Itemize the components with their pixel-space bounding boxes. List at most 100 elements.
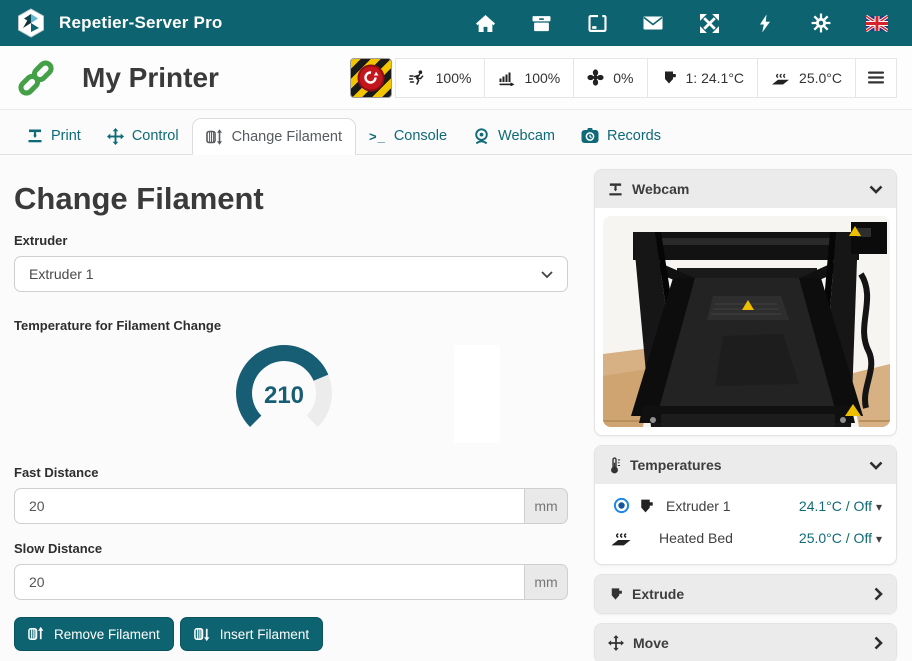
extruder-select[interactable]: Extruder 1 [14, 256, 568, 292]
move-cross-icon [107, 128, 124, 145]
navbar-icon-group [474, 12, 888, 34]
app-logo-icon[interactable] [16, 8, 46, 38]
hamburger-icon [868, 71, 884, 84]
chevron-right-icon [874, 636, 883, 650]
records-icon [581, 128, 599, 144]
brand-title: Repetier-Server Pro [59, 13, 222, 33]
change-filament-panel: Change Filament Extruder Extruder 1 Temp… [14, 155, 568, 661]
fast-distance-unit: mm [524, 488, 568, 524]
remove-filament-button[interactable]: Remove Filament [14, 617, 174, 651]
temp-row-name: Extruder 1 [666, 498, 731, 514]
emergency-stop-icon [357, 64, 384, 91]
extrude-panel-header[interactable]: Extrude [595, 575, 896, 613]
chevron-down-icon [541, 271, 553, 278]
tab-change-filament[interactable]: Change Filament [192, 118, 356, 155]
language-flag-icon[interactable] [866, 12, 888, 34]
webcam-body [595, 208, 896, 435]
printer-tabs: Print Control Change Filament >_ Console… [0, 110, 912, 155]
move-panel: Move [594, 623, 897, 661]
emergency-stop-button[interactable] [350, 58, 392, 98]
power-bolt-icon[interactable] [754, 12, 776, 34]
tab-control[interactable]: Control [94, 118, 192, 154]
console-icon: >_ [369, 129, 386, 144]
caret-down-icon: ▾ [876, 532, 882, 546]
flow-bars-icon [498, 70, 515, 86]
filament-down-icon [194, 626, 211, 642]
extruder-nozzle-icon [633, 498, 657, 514]
fan-icon [587, 69, 604, 86]
printer-status-toolbar: 100% 100% 0% 1: 24.1°C 25.0°C [350, 58, 897, 98]
extruder-nozzle-icon [661, 70, 677, 85]
extruder-select-value: Extruder 1 [29, 266, 94, 282]
temperature-label: Temperature for Filament Change [14, 318, 568, 333]
move-panel-header[interactable]: Move [595, 624, 896, 661]
insert-filament-button[interactable]: Insert Filament [180, 617, 323, 651]
slow-distance-unit: mm [524, 564, 568, 600]
webcam-image [603, 216, 890, 427]
bed-temp-dropdown[interactable]: 25.0°C / Off▾ [799, 530, 882, 546]
right-sidebar: Webcam [594, 155, 897, 661]
printer-title: My Printer [82, 62, 219, 94]
messages-icon[interactable] [642, 12, 664, 34]
chevron-down-icon [869, 461, 883, 470]
extruder-temp-dropdown[interactable]: 24.1°C / Off▾ [799, 498, 882, 514]
page-title: Change Filament [14, 181, 568, 217]
thermometer-icon [608, 457, 621, 474]
extruder-temp-status[interactable]: 1: 24.1°C [647, 59, 758, 97]
chevron-down-icon [869, 185, 883, 194]
temp-row-name: Heated Bed [659, 530, 733, 546]
temperatures-body: Extruder 1 24.1°C / Off▾ Heated Bed 25.0… [595, 484, 896, 564]
fast-distance-group: mm [14, 488, 568, 524]
top-navbar: Repetier-Server Pro [0, 0, 912, 46]
fast-distance-label: Fast Distance [14, 465, 568, 480]
connection-link-icon [14, 56, 58, 100]
printer-icon [608, 182, 623, 197]
webcam-icon [473, 127, 490, 145]
fullscreen-icon[interactable] [698, 12, 720, 34]
gauge-slider-area[interactable] [454, 345, 500, 443]
move-cross-icon [608, 635, 624, 651]
print-icon [27, 128, 43, 144]
temp-row-bed: Heated Bed 25.0°C / Off▾ [609, 529, 882, 547]
heated-bed-icon [609, 529, 633, 547]
extruder-nozzle-icon [608, 587, 623, 601]
settings-gear-icon[interactable] [810, 12, 832, 34]
extrude-panel: Extrude [594, 574, 897, 614]
slow-distance-group: mm [14, 564, 568, 600]
archive-box-icon[interactable] [530, 12, 552, 34]
temperatures-panel: Temperatures Extruder 1 24.1°C [594, 445, 897, 565]
caret-down-icon: ▾ [876, 500, 882, 514]
webcam-panel: Webcam [594, 169, 897, 436]
slow-distance-label: Slow Distance [14, 541, 568, 556]
temperatures-panel-header[interactable]: Temperatures [595, 446, 896, 484]
filament-change-icon [206, 129, 224, 145]
repetier-server-app: Repetier-Server Pro [0, 0, 912, 661]
printer-header: My Printer 100% 100% 0% [0, 46, 912, 110]
slow-distance-input[interactable] [14, 564, 524, 600]
chevron-right-icon [874, 587, 883, 601]
home-icon[interactable] [474, 12, 496, 34]
fast-distance-input[interactable] [14, 488, 524, 524]
status-group: 100% 100% 0% 1: 24.1°C 25.0°C [395, 58, 897, 98]
tab-print[interactable]: Print [14, 118, 94, 154]
tab-console[interactable]: >_ Console [356, 118, 460, 154]
webcam-panel-header[interactable]: Webcam [595, 170, 896, 208]
temperature-gauge[interactable]: 210 [226, 341, 342, 445]
temperature-gauge-row: 210 [14, 341, 568, 451]
filament-actions: Remove Filament Insert Filament [14, 617, 568, 651]
speed-runner-icon [409, 70, 427, 86]
radio-selected-icon[interactable] [609, 497, 633, 514]
tab-records[interactable]: Records [568, 118, 674, 154]
content-area: Change Filament Extruder Extruder 1 Temp… [0, 155, 912, 661]
bed-temp-status[interactable]: 25.0°C [757, 59, 855, 97]
printer-menu-button[interactable] [855, 59, 896, 97]
temp-row-extruder: Extruder 1 24.1°C / Off▾ [609, 497, 882, 514]
speed-multiplier-status[interactable]: 100% [396, 59, 485, 97]
gauge-value: 210 [264, 382, 304, 409]
heated-bed-icon [771, 70, 790, 86]
tab-webcam[interactable]: Webcam [460, 118, 568, 154]
manual-icon[interactable] [586, 12, 608, 34]
extruder-label: Extruder [14, 233, 568, 248]
flow-multiplier-status[interactable]: 100% [484, 59, 573, 97]
fan-status[interactable]: 0% [573, 59, 646, 97]
